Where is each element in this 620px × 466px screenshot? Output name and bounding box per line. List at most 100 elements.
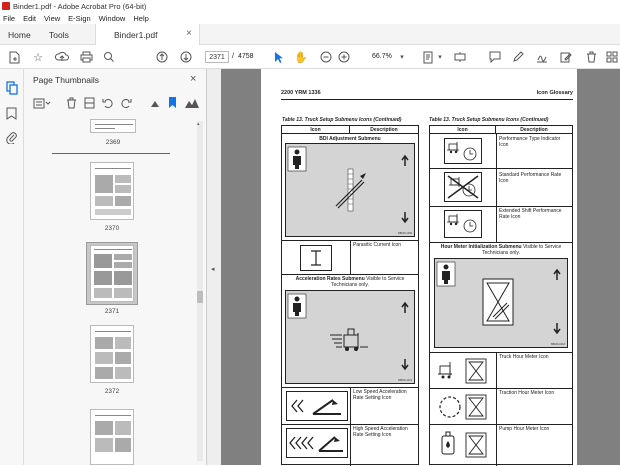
- delete-icon[interactable]: [583, 49, 599, 65]
- menu-window[interactable]: Window: [99, 14, 126, 23]
- hand-tool-icon[interactable]: ✋: [293, 49, 309, 65]
- tab-document[interactable]: Binder1.pdf: [95, 24, 200, 45]
- panel-splitter[interactable]: ◂: [207, 69, 221, 465]
- attachments-icon[interactable]: [6, 131, 17, 146]
- thumbnail-label: 2370: [104, 225, 120, 232]
- bookmarks-icon[interactable]: [6, 107, 17, 122]
- bookmark-star-icon[interactable]: ☆: [30, 49, 46, 65]
- thumbnail-2371-selected[interactable]: [86, 242, 138, 305]
- menu-file[interactable]: File: [3, 14, 15, 23]
- page-view-dropdown-icon[interactable]: ▾: [432, 49, 448, 65]
- options-menu-icon[interactable]: [33, 98, 51, 111]
- scroll-mode-icon[interactable]: [452, 49, 468, 65]
- col-icon-header: Icon: [430, 126, 496, 133]
- zoom-out-icon[interactable]: [318, 49, 334, 65]
- next-page-icon[interactable]: [178, 49, 194, 65]
- thumbnail-2373[interactable]: [90, 409, 134, 465]
- insert-page-icon[interactable]: [84, 97, 95, 111]
- previous-page-icon[interactable]: [154, 49, 170, 65]
- extended-shift-desc: Extended Shift Performance Rate Icon: [499, 208, 562, 220]
- standard-performance-icon: [444, 172, 482, 202]
- pump-hour-meter-desc: Pump Hour Meter Icon: [499, 426, 550, 432]
- header-rule: [281, 99, 573, 100]
- page-separator: /: [232, 53, 234, 60]
- toolbar: ☆ 2371 / 4758 ✋ 66.7% ▾ ▾: [0, 45, 620, 69]
- high-speed-accel-icon: [286, 428, 348, 458]
- parasitic-current-icon: [300, 245, 332, 271]
- hour-meter-figure-code: BB000-0013: [551, 343, 565, 346]
- menu-edit[interactable]: Edit: [23, 14, 36, 23]
- traction-hour-meter-desc: Traction Hour Meter Icon: [499, 390, 555, 396]
- right-table: Icon Description Performance Type Indica…: [429, 125, 573, 466]
- create-pdf-icon[interactable]: [6, 49, 22, 65]
- right-table-caption: Table 13. Truck Setup Submenu Icons (Con…: [429, 117, 549, 123]
- thumbnail-2371: [90, 245, 134, 302]
- delete-page-icon[interactable]: [66, 97, 77, 111]
- accel-screen-drawing: [287, 293, 409, 371]
- larger-thumbnails-icon[interactable]: [185, 97, 199, 110]
- menu-esign[interactable]: E-Sign: [68, 14, 91, 23]
- thumbnail-2370[interactable]: [90, 162, 134, 220]
- tab-tools[interactable]: Tools: [49, 24, 69, 45]
- page-thumbnails-icon[interactable]: [5, 81, 19, 95]
- thumbnail-2372[interactable]: [90, 325, 134, 383]
- navigation-strip: [0, 69, 24, 465]
- thumbnail-label: 2369: [105, 139, 121, 146]
- panel-title: Page Thumbnails: [33, 75, 99, 85]
- hour-meter-screen-image: BB000-0013: [434, 258, 568, 348]
- bdi-screen-drawing: [287, 146, 409, 224]
- print-icon[interactable]: [78, 49, 94, 65]
- sign-icon[interactable]: [534, 49, 550, 65]
- bookmark-page-icon[interactable]: [169, 97, 176, 110]
- col-desc-header: Description: [370, 126, 398, 133]
- bdi-screen-image: BB000-1000: [285, 143, 415, 237]
- search-icon[interactable]: [101, 49, 117, 65]
- high-speed-accel-desc: High Speed Acceleration Rate Setting Ico…: [353, 426, 408, 438]
- thumbnail-scrollbar[interactable]: ▴: [197, 121, 203, 461]
- page-header-left: 2200 YRM 1336: [281, 90, 321, 96]
- left-table: Icon Description BDI Adjustment Submenu: [281, 125, 419, 466]
- acrobat-icon: [2, 2, 10, 10]
- menu-bar: File Edit View E-Sign Window Help: [0, 12, 620, 24]
- scroll-up-arrow-icon[interactable]: ▴: [197, 121, 200, 127]
- smaller-thumbnails-icon[interactable]: [151, 100, 159, 109]
- title-bar: Binder1.pdf - Adobe Acrobat Pro (64-bit): [0, 0, 620, 12]
- thumbnail-2369[interactable]: [90, 119, 136, 133]
- thumbnail-label: 2371: [104, 308, 120, 315]
- close-panel-icon[interactable]: ×: [190, 73, 196, 85]
- menu-view[interactable]: View: [44, 14, 60, 23]
- menu-help[interactable]: Help: [133, 14, 148, 23]
- performance-type-desc: Performance Type Indicator Icon: [499, 136, 561, 148]
- rotate-ccw-icon[interactable]: [102, 97, 114, 111]
- accel-figure-code: BB000-1101: [398, 379, 412, 382]
- extended-shift-icon: [444, 210, 482, 238]
- pdf-page: 2200 YRM 1336 Icon Glossary Table 13. Tr…: [261, 69, 577, 466]
- upload-cloud-icon[interactable]: [54, 49, 70, 65]
- tab-home[interactable]: Home: [8, 24, 31, 45]
- page-number-input[interactable]: 2371: [205, 51, 229, 63]
- fill-sign-icon[interactable]: [558, 49, 574, 65]
- pump-hour-meter-icon: [436, 428, 492, 462]
- right-table-header: Icon Description: [430, 126, 572, 134]
- tab-document-label: Binder1.pdf: [114, 29, 158, 40]
- tab-bar: Home Tools Binder1.pdf ×: [0, 24, 620, 45]
- select-cursor-icon[interactable]: [271, 49, 287, 65]
- truck-hour-meter-icon: [436, 356, 492, 386]
- document-canvas[interactable]: 2200 YRM 1336 Icon Glossary Table 13. Tr…: [221, 69, 620, 466]
- traction-hour-meter-icon: [436, 392, 492, 422]
- zoom-in-icon[interactable]: [336, 49, 352, 65]
- left-table-header: Icon Description: [282, 126, 418, 134]
- thumbnail-label: 2372: [104, 388, 120, 395]
- scrollbar-thumb[interactable]: [197, 291, 203, 303]
- drop-indicator: [52, 153, 170, 154]
- collapse-panel-arrow-icon[interactable]: ◂: [211, 265, 215, 273]
- performance-type-icon: [444, 138, 482, 164]
- comment-icon[interactable]: [487, 49, 503, 65]
- close-tab-icon[interactable]: ×: [186, 28, 192, 39]
- highlight-pen-icon[interactable]: [510, 49, 526, 65]
- zoom-dropdown-icon[interactable]: ▾: [394, 49, 410, 65]
- zoom-level[interactable]: 66.7%: [372, 53, 392, 60]
- organize-pages-icon[interactable]: [604, 49, 620, 65]
- hour-meter-screen-drawing: [436, 261, 561, 335]
- rotate-cw-icon[interactable]: [120, 97, 132, 111]
